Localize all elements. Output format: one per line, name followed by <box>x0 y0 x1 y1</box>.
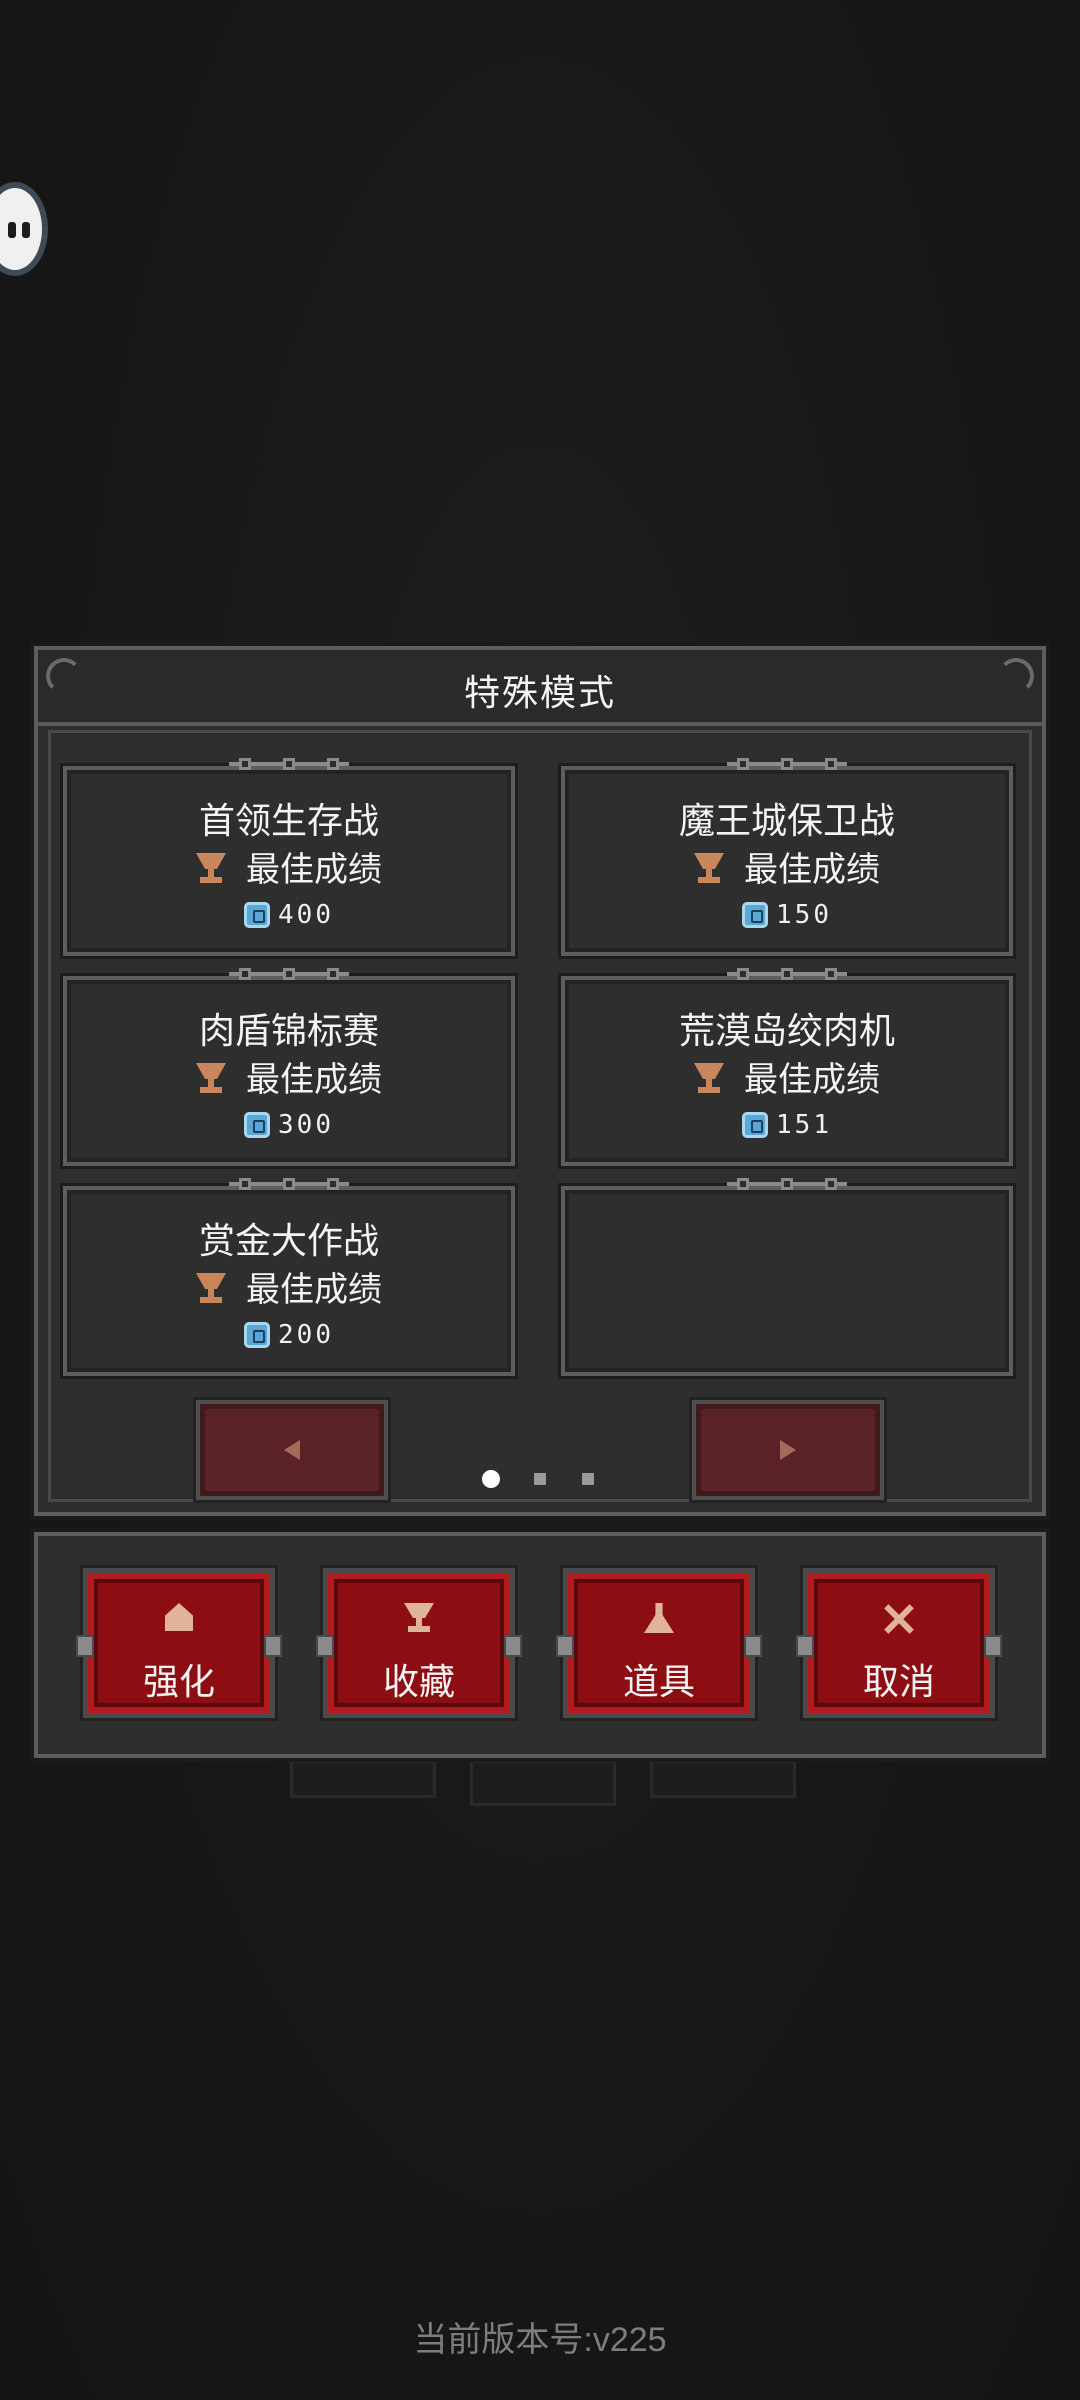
items-label: 道具 <box>622 1662 695 1703</box>
score-row: 200 <box>67 1320 511 1350</box>
card-ornament <box>229 1178 349 1192</box>
score-value: 200 <box>278 1320 334 1350</box>
items-button[interactable]: 道具 <box>556 1568 762 1718</box>
trophy-icon <box>694 853 724 885</box>
arrow-right-icon <box>780 1440 796 1460</box>
version-text: 当前版本号:v225 <box>413 2321 667 2359</box>
mode-name: 赏金大作战 <box>198 1221 379 1262</box>
arrow-left-icon <box>284 1440 300 1460</box>
best-score-row: 最佳成绩 <box>565 842 1009 891</box>
mode-name: 肉盾锦标赛 <box>198 1011 379 1052</box>
next-page-button[interactable] <box>692 1400 884 1500</box>
clock-icon <box>244 902 271 928</box>
mode-card-boss-survival[interactable]: 首领生存战 最佳成绩 400 <box>63 758 515 956</box>
background-button-shadow <box>290 1760 436 1798</box>
score-row: 300 <box>67 1110 511 1140</box>
clock-icon <box>742 1112 769 1138</box>
card-ornament <box>727 758 847 772</box>
trophy-icon <box>196 1273 226 1305</box>
score-value: 300 <box>278 1110 334 1140</box>
eye-icon <box>8 222 16 238</box>
trophy-icon <box>404 1603 434 1633</box>
card-ornament <box>229 968 349 982</box>
clock-icon <box>244 1322 271 1348</box>
dialog-title-bar: 特殊模式 <box>38 650 1042 726</box>
score-value: 400 <box>278 900 334 930</box>
best-score-label: 最佳成绩 <box>246 1060 382 1100</box>
close-icon <box>883 1603 915 1635</box>
cancel-button[interactable]: 取消 <box>796 1568 1002 1718</box>
background-button-shadow <box>650 1760 796 1798</box>
best-score-row: 最佳成绩 <box>67 1052 511 1101</box>
mode-card-castle-defense[interactable]: 魔王城保卫战 最佳成绩 150 <box>561 758 1013 956</box>
card-ornament <box>229 758 349 772</box>
page-dot <box>534 1473 546 1485</box>
score-row: 151 <box>565 1110 1009 1140</box>
cancel-label: 取消 <box>862 1662 935 1703</box>
best-score-row: 最佳成绩 <box>67 1262 511 1311</box>
card-ornament <box>727 1178 847 1192</box>
page-dot <box>582 1473 594 1485</box>
mode-name: 荒漠岛绞肉机 <box>678 1011 895 1052</box>
previous-page-button[interactable] <box>196 1400 388 1500</box>
card-ornament <box>727 968 847 982</box>
best-score-label: 最佳成绩 <box>246 850 382 890</box>
trophy-icon <box>694 1063 724 1095</box>
upgrade-label: 强化 <box>142 1662 215 1703</box>
potion-icon <box>644 1603 674 1633</box>
trophy-icon <box>196 853 226 885</box>
mode-card-bounty-battle[interactable]: 赏金大作战 最佳成绩 200 <box>63 1178 515 1376</box>
mode-card-meat-shield-tournament[interactable]: 肉盾锦标赛 最佳成绩 300 <box>63 968 515 1166</box>
score-row: 150 <box>565 900 1009 930</box>
score-value: 151 <box>776 1110 832 1140</box>
best-score-label: 最佳成绩 <box>744 850 880 890</box>
upgrade-button[interactable]: 强化 <box>76 1568 282 1718</box>
mode-name: 魔王城保卫战 <box>678 801 895 842</box>
best-score-label: 最佳成绩 <box>744 1060 880 1100</box>
clock-icon <box>244 1112 271 1138</box>
mode-name: 首领生存战 <box>198 801 379 842</box>
best-score-row: 最佳成绩 <box>565 1052 1009 1101</box>
mode-card-empty <box>561 1178 1013 1376</box>
score-row: 400 <box>67 900 511 930</box>
upgrade-icon <box>165 1603 193 1631</box>
collection-button[interactable]: 收藏 <box>316 1568 522 1718</box>
dialog-title: 特殊模式 <box>463 673 616 714</box>
collection-label: 收藏 <box>382 1662 455 1703</box>
best-score-label: 最佳成绩 <box>246 1270 382 1310</box>
eye-icon <box>22 222 30 238</box>
background-button-shadow <box>470 1760 616 1806</box>
page-dot-active <box>482 1470 500 1488</box>
score-value: 150 <box>776 900 832 930</box>
mode-card-desert-island[interactable]: 荒漠岛绞肉机 最佳成绩 151 <box>561 968 1013 1166</box>
trophy-icon <box>196 1063 226 1095</box>
best-score-row: 最佳成绩 <box>67 842 511 891</box>
clock-icon <box>742 902 769 928</box>
